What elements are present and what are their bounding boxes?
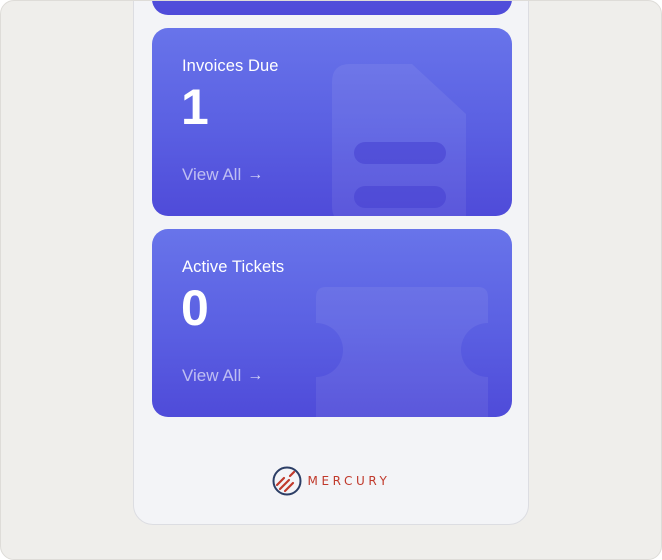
mercury-logo-icon bbox=[272, 466, 302, 496]
view-all-tickets-link[interactable]: View All → bbox=[182, 366, 263, 386]
brand-footer: MERCURY bbox=[134, 466, 528, 496]
tickets-count: 0 bbox=[181, 280, 209, 336]
view-all-label: View All bbox=[182, 165, 242, 184]
invoices-due-card[interactable]: Invoices Due 1 View All → bbox=[152, 28, 512, 216]
mobile-screen: Invoices Due 1 View All → Active Tickets… bbox=[133, 1, 529, 525]
ticket-icon bbox=[316, 287, 488, 417]
card-title: Invoices Due bbox=[182, 57, 279, 75]
arrow-right-icon: → bbox=[247, 367, 264, 384]
brand-name: MERCURY bbox=[307, 474, 391, 488]
canvas-frame: Invoices Due 1 View All → Active Tickets… bbox=[0, 0, 662, 560]
arrow-right-icon: → bbox=[247, 166, 264, 183]
view-all-label: View All bbox=[182, 366, 242, 385]
document-icon bbox=[332, 64, 466, 216]
active-tickets-card[interactable]: Active Tickets 0 View All → bbox=[152, 229, 512, 417]
card-title: Active Tickets bbox=[182, 258, 285, 276]
view-all-invoices-link[interactable]: View All → bbox=[182, 165, 263, 185]
previous-card bbox=[152, 1, 512, 15]
invoices-count: 1 bbox=[181, 79, 209, 135]
